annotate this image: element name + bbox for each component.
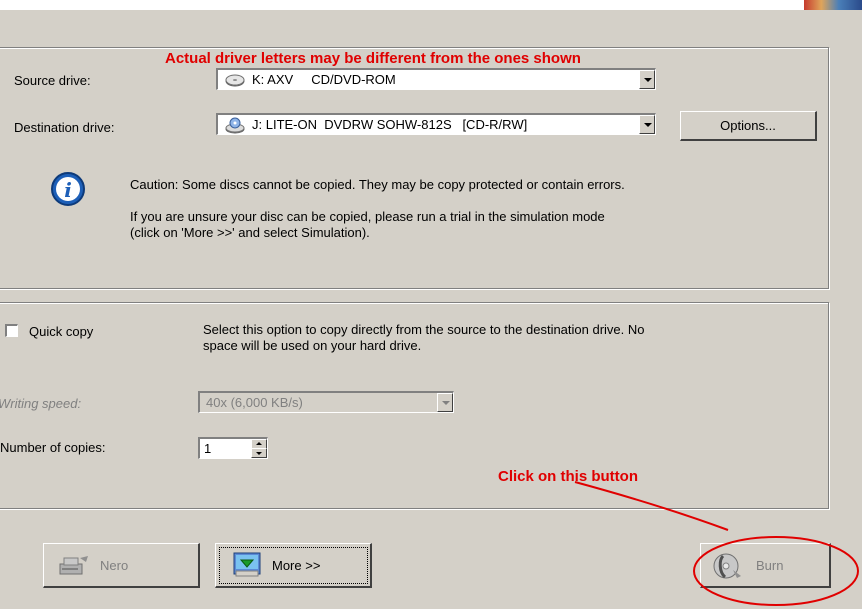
annotation-overlay [574,481,859,606]
annotation-arrow-line [574,481,729,531]
annotation-circle [693,536,859,606]
